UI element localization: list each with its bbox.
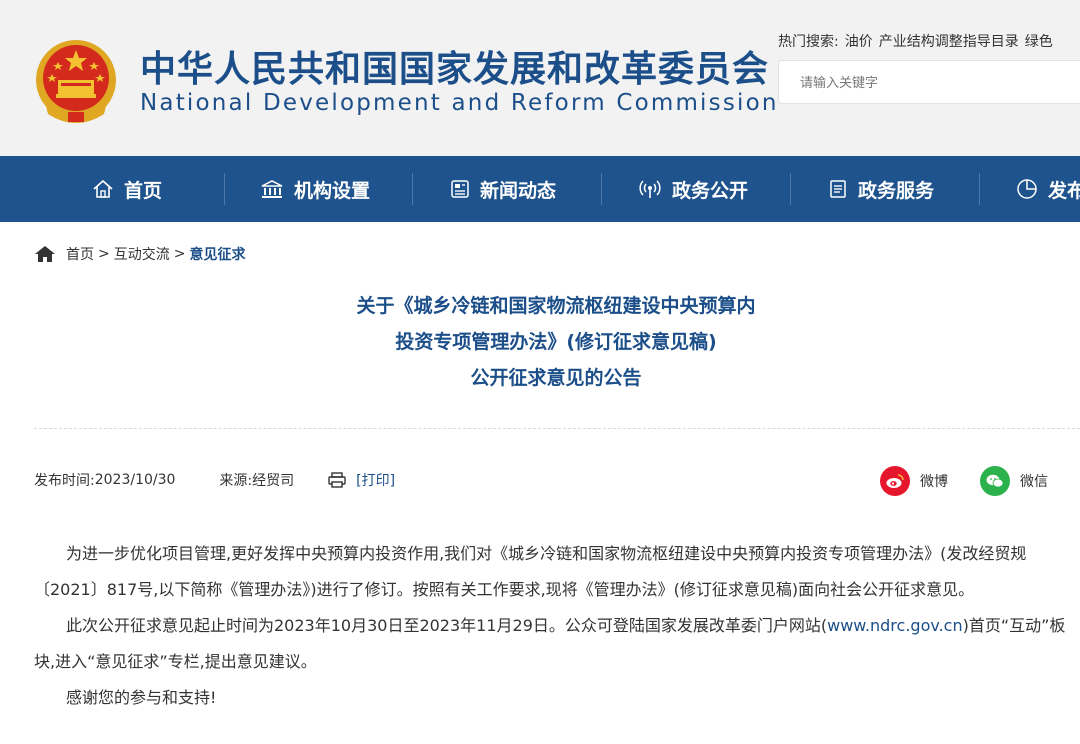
breadcrumb-separator: > <box>98 246 110 262</box>
site-title-chinese[interactable]: 中华人民共和国国家发展和改革委员会 <box>140 50 769 90</box>
breadcrumb-separator: > <box>173 246 186 262</box>
nav-item-news[interactable]: 新闻动态 <box>450 156 556 222</box>
breadcrumb-current[interactable]: 意见征求 <box>189 244 245 264</box>
nav-divider <box>979 173 980 205</box>
broadcast-icon <box>639 180 661 198</box>
national-emblem-icon[interactable] <box>34 36 118 126</box>
hot-keyword-link[interactable]: 产业结构调整指导目录 <box>879 34 1019 50</box>
printer-icon <box>328 472 346 488</box>
building-icon <box>261 180 283 198</box>
news-icon <box>451 180 469 198</box>
share-wechat-label: 微信 <box>1020 474 1048 490</box>
breadcrumb-link-interaction[interactable]: 互动交流 <box>114 244 170 264</box>
nav-item-release[interactable]: 发布 <box>1016 156 1080 222</box>
nav-item-government-affairs[interactable]: 政务公开 <box>638 156 748 222</box>
nav-label: 机构设置 <box>294 179 371 202</box>
breadcrumb: 首页 > 互动交流 > 意见征求 <box>34 244 245 264</box>
article-title-line: 投资专项管理办法》(修订征求意见稿) <box>395 331 717 353</box>
nav-label: 政务服务 <box>858 179 935 202</box>
publish-label: 发布时间: <box>34 473 95 489</box>
main-nav: 首页 机构设置 新闻动态 政务公开 政务服务 发布 <box>0 156 1080 222</box>
print-button[interactable]: [打印] <box>328 470 395 490</box>
title-divider <box>34 428 1080 429</box>
source-value: 经贸司 <box>252 473 295 489</box>
ndrc-website-link[interactable]: www.ndrc.gov.cn <box>827 616 962 635</box>
print-label: [打印] <box>356 473 396 489</box>
share-weibo-label: 微博 <box>920 474 948 490</box>
weibo-icon <box>880 466 910 496</box>
article-paragraph: 感谢您的参与和支持! <box>66 688 217 707</box>
article-paragraph: 此次公开征求意见起止时间为2023年10月30日至2023年11月29日。公众可… <box>34 608 1080 680</box>
hot-search-bar: 热门搜索: 油价 产业结构调整指导目录 绿色 <box>778 32 1053 52</box>
home-icon[interactable] <box>34 245 56 263</box>
article-title-line: 公开征求意见的公告 <box>470 367 642 389</box>
nav-item-organization[interactable]: 机构设置 <box>260 156 370 222</box>
wechat-icon <box>980 466 1010 496</box>
hot-keyword-link[interactable]: 油价 <box>845 34 873 50</box>
article-title: 关于《城乡冷链和国家物流枢纽建设中央预算内 投资专项管理办法》(修订征求意见稿)… <box>0 288 1080 396</box>
publish-date: 2023/10/30 <box>94 472 176 488</box>
search-box <box>778 60 1080 105</box>
pie-chart-icon <box>1017 179 1037 199</box>
article-paragraph: 为进一步优化项目管理,更好发挥中央预算内投资作用,我们对《城乡冷链和国家物流枢纽… <box>34 544 1027 599</box>
nav-label: 新闻动态 <box>480 179 557 202</box>
nav-label: 发布 <box>1048 179 1080 202</box>
paragraph-text: 此次公开征求意见起止时间为2023年10月30日至2023年11月29日。公众可… <box>66 616 828 635</box>
hot-search-label: 热门搜索: <box>778 34 839 50</box>
source-label: 来源: <box>219 473 253 489</box>
nav-label: 政务公开 <box>672 179 749 202</box>
document-icon <box>830 180 846 198</box>
share-weibo-button[interactable]: 微博 <box>880 466 948 496</box>
nav-divider <box>224 173 225 205</box>
breadcrumb-link-home[interactable]: 首页 <box>66 244 94 264</box>
article-meta: 发布时间: 2023/10/30 来源: 经贸司 [打印] <box>34 470 395 490</box>
site-header: 中华人民共和国国家发展和改革委员会 National Development a… <box>0 0 1080 156</box>
search-input[interactable] <box>779 61 1080 105</box>
nav-divider <box>601 173 602 205</box>
nav-label: 首页 <box>124 179 163 202</box>
article-title-line: 关于《城乡冷链和国家物流枢纽建设中央预算内 <box>356 295 756 317</box>
nav-item-services[interactable]: 政务服务 <box>828 156 934 222</box>
site-title-english[interactable]: National Development and Reform Commissi… <box>140 90 779 116</box>
hot-keyword-link[interactable]: 绿色 <box>1025 34 1053 50</box>
nav-divider <box>412 173 413 205</box>
nav-divider <box>790 173 791 205</box>
article-body: 为进一步优化项目管理,更好发挥中央预算内投资作用,我们对《城乡冷链和国家物流枢纽… <box>34 536 1080 716</box>
share-wechat-button[interactable]: 微信 <box>980 466 1048 496</box>
nav-item-home[interactable]: 首页 <box>92 156 162 222</box>
home-icon <box>93 179 113 198</box>
